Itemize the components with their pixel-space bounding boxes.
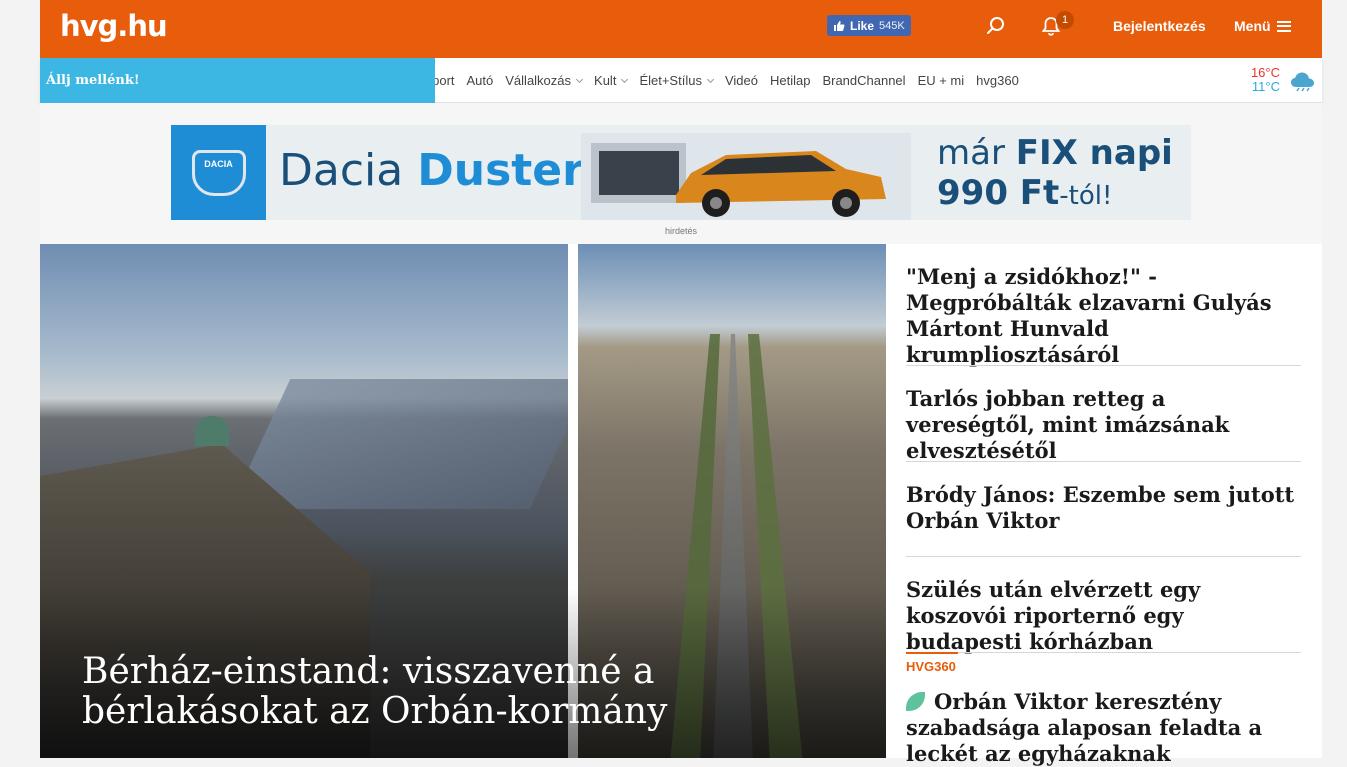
ad-offer-fix: FIX napi [1015, 133, 1173, 173]
facebook-like-button[interactable]: Like 545K [827, 15, 911, 36]
ad-label: hirdetés [664, 226, 698, 236]
ad-brand-part1: Dacia [279, 145, 404, 196]
notification-badge: 1 [1056, 11, 1074, 29]
nav-item[interactable]: Vállalkozás [499, 58, 588, 103]
chevron-down-icon [621, 75, 629, 83]
featured-headline[interactable]: Orbán Viktor keresztény szabadsága alapo… [906, 689, 1301, 767]
nav-item[interactable]: EU + mi [912, 58, 971, 103]
headline-link[interactable]: Tarlós jobban retteg a vereségtől, mint … [906, 386, 1301, 464]
nav-item[interactable]: Kult [588, 58, 633, 103]
nav-item[interactable]: Videó [719, 58, 764, 103]
ad-zone: DACIA Dacia Duster már FIX napi 990 Ft-t… [40, 103, 1322, 244]
dacia-logo-text: DACIA [204, 158, 233, 169]
nav-item-label: Hetilap [769, 73, 811, 88]
menu-label: Menü [1234, 18, 1271, 34]
facebook-like-count: 545K [879, 19, 905, 32]
cloud-icon [1291, 72, 1314, 92]
nav-item[interactable]: Állj mellénk! [40, 58, 435, 103]
temperature-low: 11°C [1251, 79, 1280, 94]
nav-item-label: Élet+Stílus [639, 73, 702, 88]
ad-offer-text: már FIX napi 990 Ft-tól! [937, 133, 1173, 216]
ad-offer-suffix: -tól! [1059, 181, 1113, 211]
temperature-high: 16°C [1250, 65, 1280, 80]
main-nav: Friss hírekItthonVilágGazdaságTechVélemé… [40, 58, 1322, 103]
nav-item-label: BrandChannel [822, 73, 906, 88]
chevron-down-icon [575, 75, 584, 83]
car-image [581, 133, 911, 220]
ad-offer-price: 990 Ft [937, 173, 1060, 213]
headline-link[interactable]: Bródy János: Eszembe sem jutott Orbán Vi… [906, 482, 1301, 534]
leaf-icon [906, 692, 925, 711]
nav-item[interactable]: Élet+Stílus [633, 58, 719, 103]
thumbs-up-icon [834, 20, 845, 31]
nav-item-label: Kult [594, 73, 617, 88]
nav-item-label: EU + mi [917, 73, 965, 88]
advertisement-banner[interactable]: DACIA Dacia Duster már FIX napi 990 Ft-t… [171, 125, 1191, 220]
headline-link[interactable]: "Menj a zsidókhoz!" - Megpróbálták elzav… [906, 264, 1301, 368]
nav-item-label: Vállalkozás [505, 73, 572, 88]
nav-item-label: Autó [466, 73, 494, 88]
search-icon[interactable] [986, 16, 1006, 36]
dacia-logo: DACIA [171, 125, 266, 220]
headline-link[interactable]: Szülés után elvérzett egy koszovói ripor… [906, 577, 1301, 655]
nav-item[interactable]: Hetilap [764, 58, 816, 103]
nav-list: Friss hírekItthonVilágGazdaságTechVélemé… [40, 58, 1322, 103]
nav-item[interactable]: BrandChannel [816, 58, 911, 103]
hero-article[interactable]: Bérház-einstand: visszavenné a bérlakáso… [40, 244, 886, 758]
page: hvg.hu Like 545K 1 Bejelentkezés Menü Fr… [40, 0, 1322, 766]
weather-widget[interactable]: 16°C 11°C [1251, 66, 1280, 94]
site-logo[interactable]: hvg.hu [60, 9, 168, 43]
nav-item-label: Videó [724, 73, 758, 88]
nav-item[interactable]: hvg360 [970, 58, 1025, 103]
featured-kicker[interactable]: HVG360 [906, 659, 956, 674]
ad-brand-name: Dacia Duster [279, 145, 584, 196]
menu-button[interactable]: Menü [1234, 18, 1291, 34]
top-bar: hvg.hu Like 545K 1 Bejelentkezés Menü [40, 0, 1322, 58]
nav-item-label: hvg360 [976, 73, 1019, 88]
ad-offer-prefix: már [937, 133, 1005, 173]
hero-title[interactable]: Bérház-einstand: visszavenné a bérlakáso… [82, 652, 872, 732]
facebook-like-label: Like [850, 18, 875, 33]
ad-brand-part2: Duster [417, 145, 584, 196]
nav-item-label: Állj mellénk! [46, 72, 140, 88]
hamburger-icon [1276, 20, 1291, 32]
featured-title: Orbán Viktor keresztény szabadsága alapo… [906, 689, 1263, 766]
chevron-down-icon [706, 75, 714, 83]
nav-item[interactable]: Autó [461, 58, 500, 103]
login-link[interactable]: Bejelentkezés [1113, 18, 1206, 34]
